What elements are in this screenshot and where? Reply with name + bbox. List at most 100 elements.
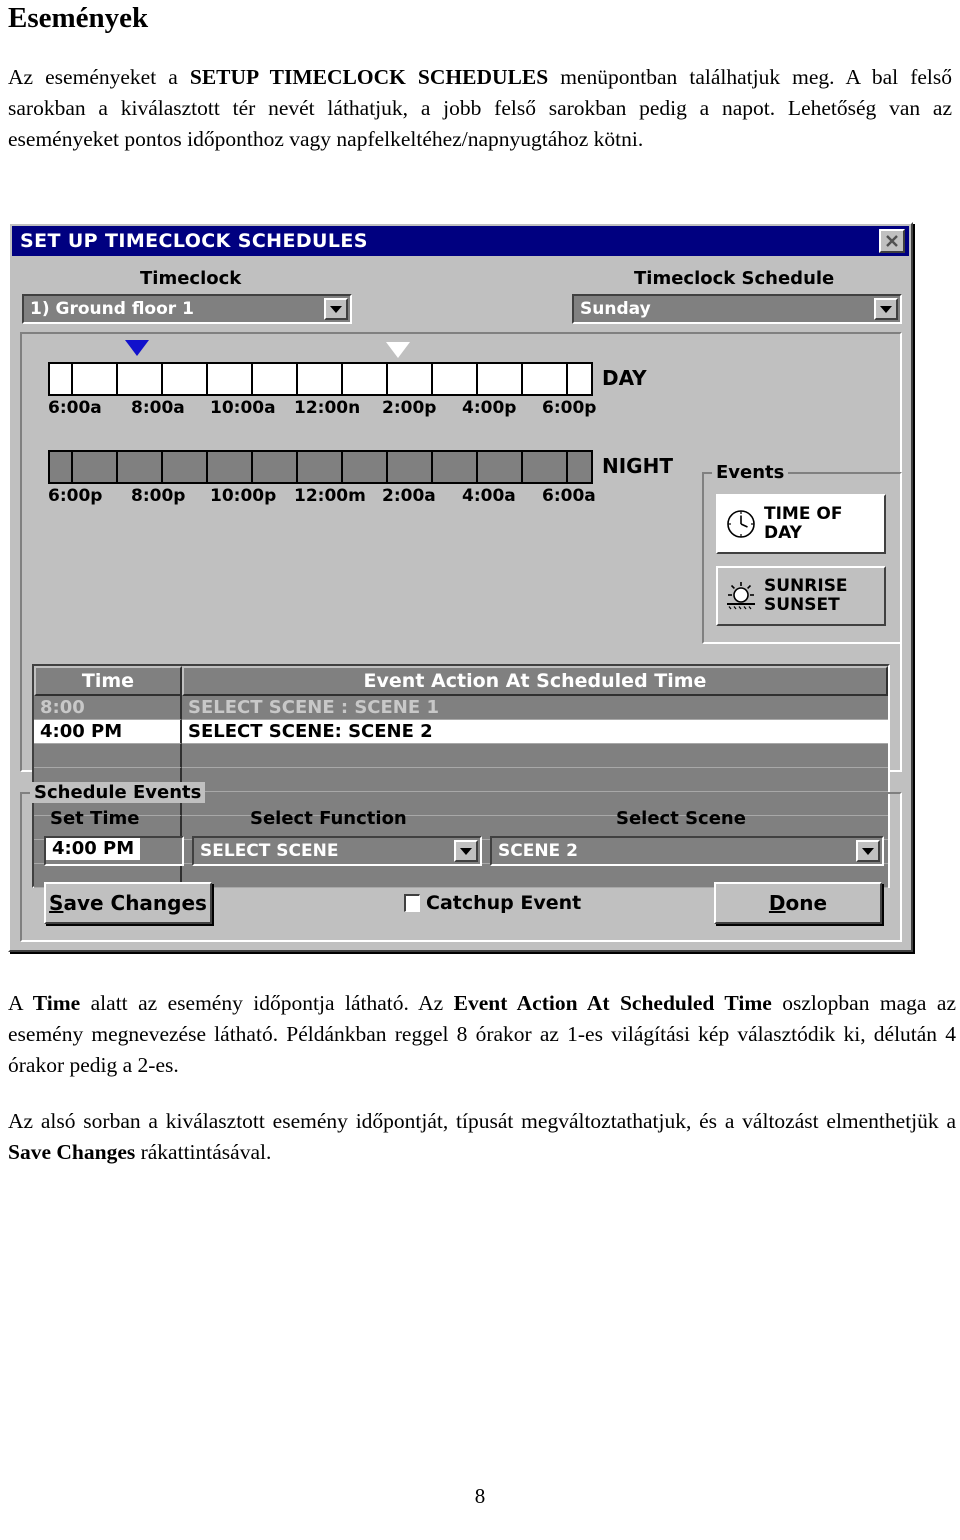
timeclock-schedule-label: Timeclock Schedule [634, 268, 835, 289]
timeline-cell[interactable] [117, 452, 163, 482]
body-paragraph-2: Az alsó sorban a kiválasztott esemény id… [8, 1109, 956, 1164]
clock-icon [718, 507, 764, 541]
cell-time: 4:00 PM [34, 720, 182, 744]
day-label: DAY [602, 366, 647, 390]
save-changes-accel: S [49, 891, 64, 915]
select-function-dropdown[interactable]: SELECT SCENE [192, 836, 482, 866]
select-scene-dropdown[interactable]: SCENE 2 [490, 836, 884, 866]
sunrise-sunset-label: SUNRISE SUNSET [764, 576, 848, 615]
catchup-event-label: Catchup Event [426, 892, 582, 914]
event-marker[interactable] [386, 342, 410, 358]
chevron-down-icon[interactable] [856, 840, 880, 862]
current-time-marker[interactable] [125, 340, 149, 356]
timeline-cell[interactable] [117, 364, 163, 394]
timeline-cell[interactable] [297, 364, 343, 394]
set-time-input[interactable]: 4:00 PM [44, 836, 184, 866]
table-row[interactable]: 4:00 PM SELECT SCENE: SCENE 2 [34, 720, 888, 744]
timeline-cell[interactable] [523, 364, 569, 394]
timeline-cell[interactable] [72, 364, 118, 394]
table-row[interactable] [34, 744, 888, 768]
tick-label: 2:00a [382, 486, 436, 506]
chevron-down-icon[interactable] [454, 840, 478, 862]
body-paragraph-1: A Time alatt az esemény időpontja láthat… [8, 991, 956, 1077]
select-scene-value: SCENE 2 [498, 841, 578, 861]
save-changes-label: ave Changes [63, 891, 207, 915]
intro-paragraph: Az eseményeket a SETUP TIMECLOCK SCHEDUL… [8, 65, 952, 151]
night-timeline-bar[interactable] [48, 450, 593, 484]
catchup-event-row[interactable]: Catchup Event [404, 892, 581, 914]
timeline-cell[interactable] [478, 364, 524, 394]
save-changes-button[interactable]: Save Changes [44, 882, 212, 924]
done-button[interactable]: Done [714, 882, 882, 924]
timeline-cell[interactable] [343, 364, 389, 394]
set-time-value: 4:00 PM [46, 838, 141, 860]
document-page: Események Az eseményeket a SETUP TIMECLO… [0, 0, 960, 1540]
table-row[interactable]: 8:00 SELECT SCENE : SCENE 1 [34, 696, 888, 720]
schedule-events-group: Schedule Events Set Time Select Function… [20, 782, 902, 942]
chevron-down-icon[interactable] [324, 298, 348, 320]
column-header-time: Time [34, 666, 182, 696]
timeline-cell[interactable] [388, 452, 434, 482]
timeline-cell[interactable] [523, 452, 569, 482]
timeclock-schedule-select[interactable]: Sunday [572, 294, 902, 324]
tick-label: 2:00p [382, 398, 437, 418]
timeline-cell[interactable] [568, 452, 591, 482]
timeclock-select[interactable]: 1) Ground floor 1 [22, 294, 352, 324]
timeline-cell[interactable] [297, 452, 343, 482]
events-group-title: Events [712, 462, 789, 483]
cell-action: SELECT SCENE : SCENE 1 [182, 696, 888, 720]
dialog-titlebar: SET UP TIMECLOCK SCHEDULES [12, 226, 909, 256]
sun-horizon-icon [718, 579, 764, 613]
timeline-cell[interactable] [433, 364, 479, 394]
cell-action: SELECT SCENE: SCENE 2 [182, 720, 888, 744]
timeline-cell[interactable] [162, 452, 208, 482]
night-tick-labels: 6:00p 8:00p 10:00p 12:00m 2:00a 4:00a 6:00a [22, 486, 622, 510]
chevron-down-icon[interactable] [874, 298, 898, 320]
timeline-cell[interactable] [162, 364, 208, 394]
column-header-action: Event Action At Scheduled Time [182, 666, 888, 696]
timeline-cell[interactable] [433, 452, 479, 482]
timeclock-label: Timeclock [140, 268, 242, 289]
timeline-cell[interactable] [207, 452, 253, 482]
timeline-cell[interactable] [478, 452, 524, 482]
timeline-cell[interactable] [50, 364, 73, 394]
dialog-title: SET UP TIMECLOCK SCHEDULES [20, 230, 368, 252]
table-header-row: Time Event Action At Scheduled Time [34, 666, 888, 696]
day-timeline-bar[interactable] [48, 362, 593, 396]
timeline-cell[interactable] [252, 452, 298, 482]
done-label: one [785, 891, 828, 915]
page-title: Események [8, 2, 149, 34]
night-label: NIGHT [602, 454, 673, 478]
tick-label: 12:00n [294, 398, 361, 418]
timeline-cell[interactable] [72, 452, 118, 482]
timeclock-value: 1) Ground floor 1 [30, 299, 194, 319]
schedule-events-group-title: Schedule Events [30, 782, 206, 803]
tick-label: 10:00a [210, 398, 276, 418]
setup-timeclock-schedules-dialog: SET UP TIMECLOCK SCHEDULES Timeclock 1) … [8, 222, 913, 952]
catchup-event-checkbox[interactable] [404, 894, 420, 912]
timeline-cell[interactable] [343, 452, 389, 482]
tick-label: 12:00m [294, 486, 366, 506]
timeclock-schedule-value: Sunday [580, 299, 651, 319]
events-group: Events TIME OF DAY SUNRISE SUNSET [702, 462, 902, 644]
timeline-cell[interactable] [568, 364, 591, 394]
timeline-cell[interactable] [207, 364, 253, 394]
timeline-panel: DAY 6:00a 8:00a 10:00a 12:00n 2:00p 4:00p 6:00… [20, 332, 902, 888]
timeline-cell[interactable] [252, 364, 298, 394]
timeline-cell[interactable] [388, 364, 434, 394]
timeline-cell[interactable] [50, 452, 73, 482]
sunrise-sunset-button[interactable]: SUNRISE SUNSET [716, 566, 886, 626]
tick-label: 6:00a [48, 398, 102, 418]
set-time-label: Set Time [50, 808, 140, 829]
day-tick-labels: 6:00a 8:00a 10:00a 12:00n 2:00p 4:00p 6:00p [22, 398, 622, 422]
tick-label: 8:00a [131, 398, 185, 418]
cell-action [182, 768, 888, 792]
select-function-label: Select Function [250, 808, 407, 829]
time-of-day-label: TIME OF DAY [764, 504, 843, 543]
tick-label: 4:00a [462, 486, 516, 506]
tick-label: 6:00p [48, 486, 103, 506]
close-icon[interactable] [879, 229, 905, 253]
cell-time [34, 744, 182, 768]
select-scene-label: Select Scene [616, 808, 746, 829]
time-of-day-button[interactable]: TIME OF DAY [716, 494, 886, 554]
